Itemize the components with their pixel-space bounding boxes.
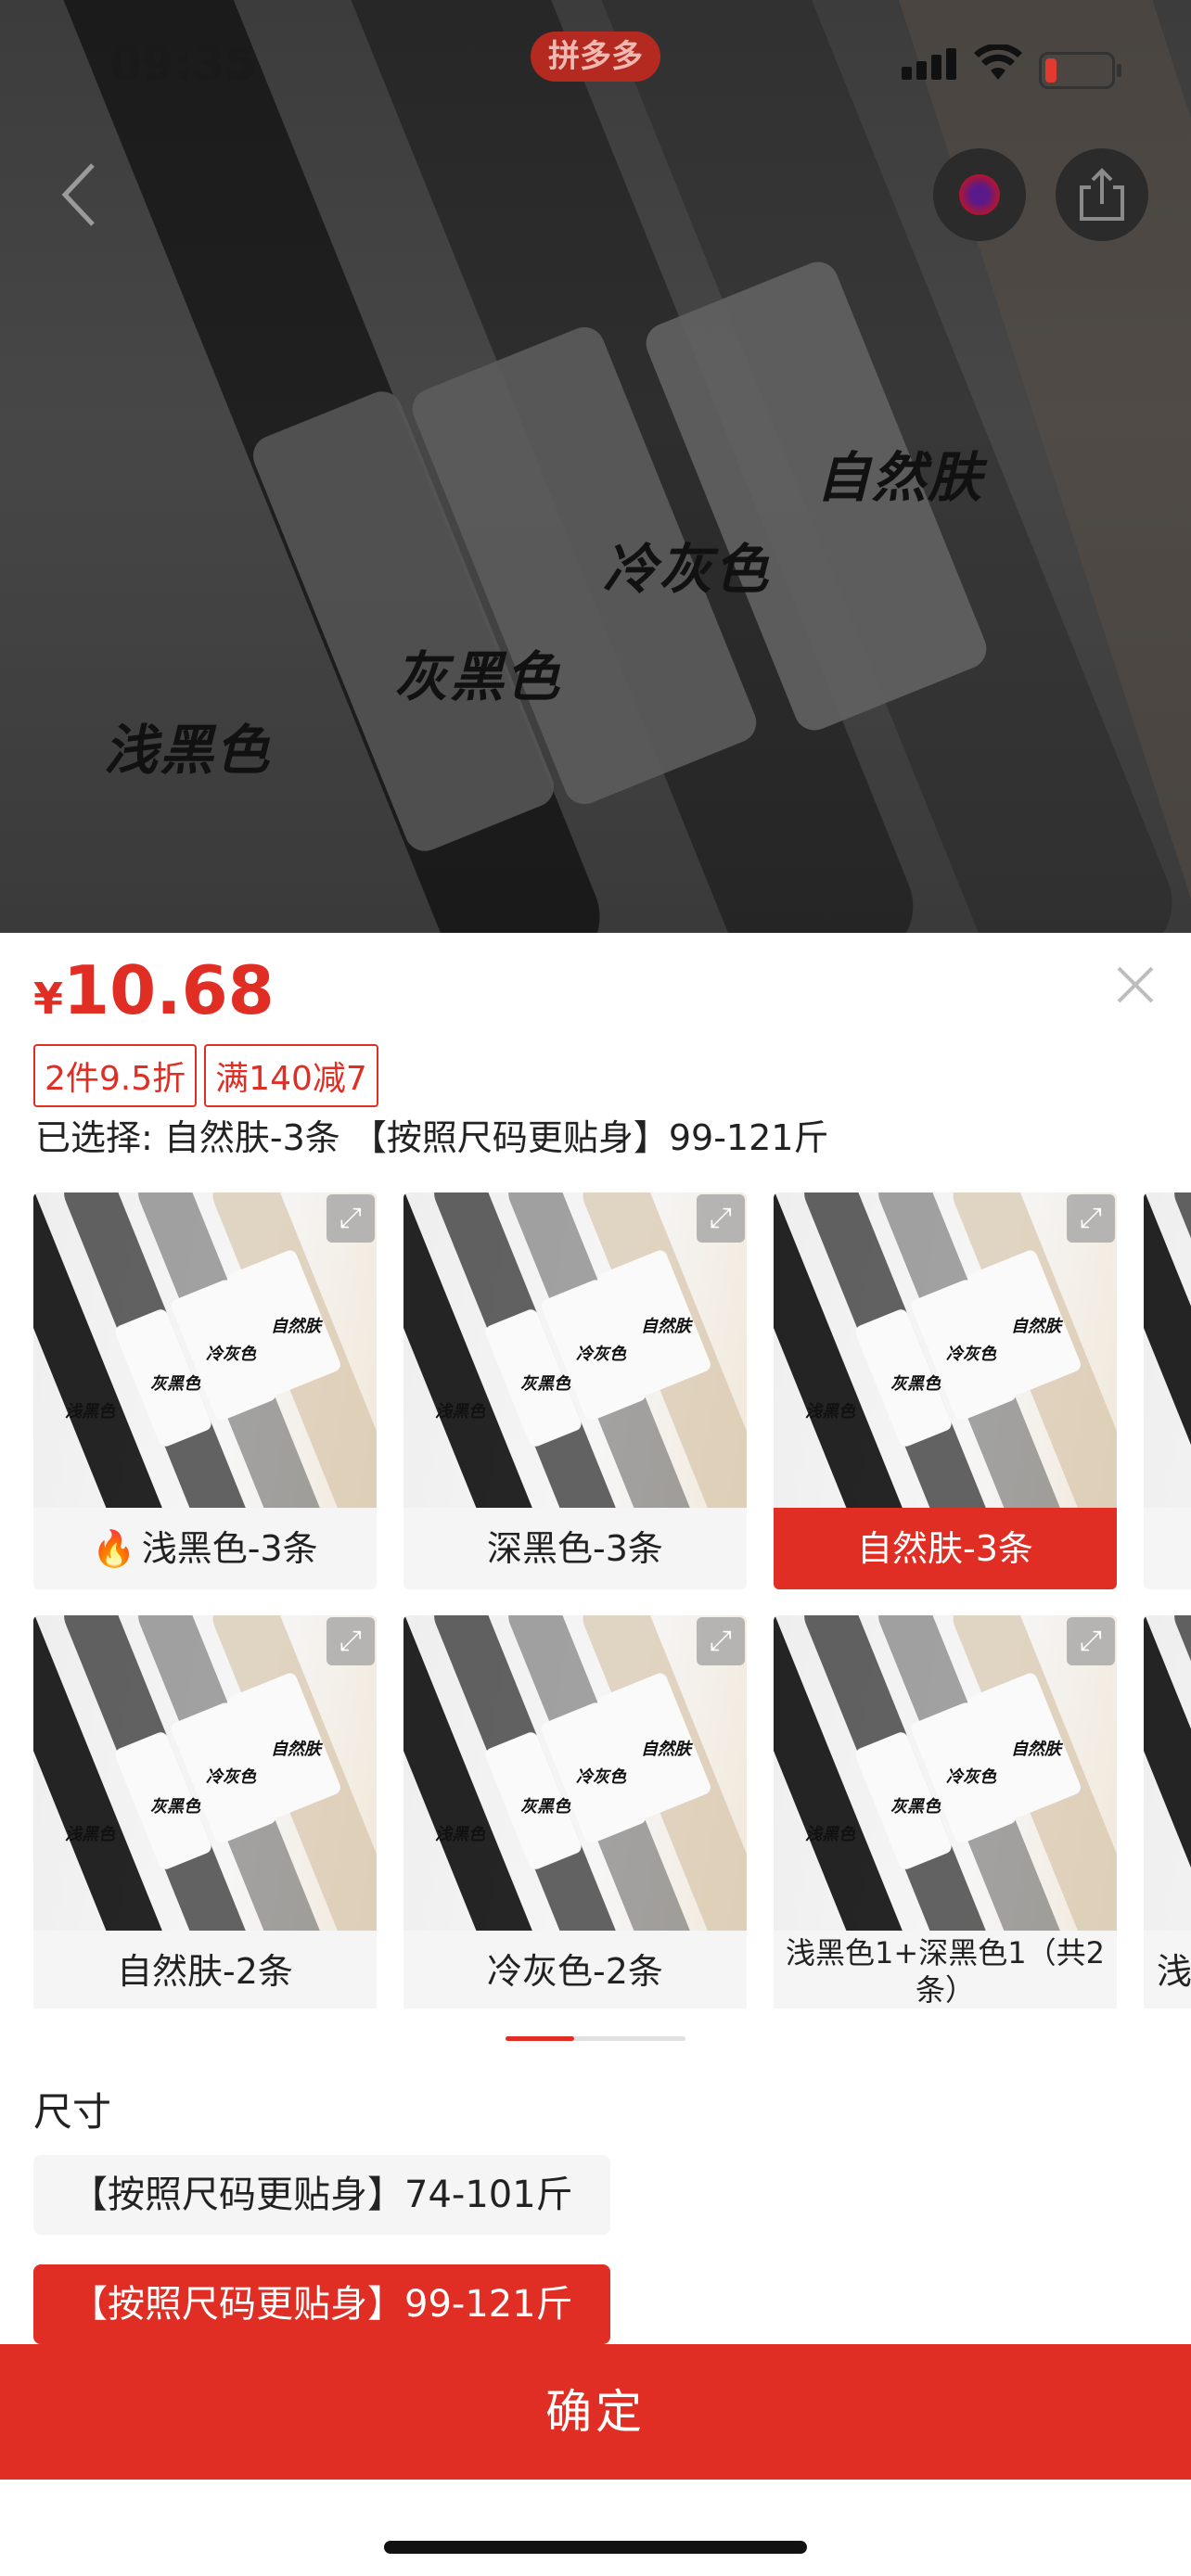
heart-icon (959, 174, 1000, 215)
expand-icon[interactable]: ⤢ (1067, 1194, 1115, 1243)
variant-card-partial[interactable] (1144, 1192, 1191, 1589)
thumb-word: 自然肤 (1011, 1740, 1061, 1759)
thumb-word: 冷灰色 (206, 1767, 256, 1787)
variant-card-partial[interactable]: 浅 (1144, 1615, 1191, 2009)
hero-label: 自然肤 (816, 446, 984, 509)
currency-symbol: ¥ (33, 974, 64, 1024)
thumb-word: 冷灰色 (206, 1345, 256, 1364)
fire-icon: 🔥 (92, 1528, 136, 1569)
hero-label: 灰黑色 (394, 645, 562, 708)
thumb-word: 灰黑色 (520, 1797, 570, 1817)
wifi-icon (974, 43, 1022, 92)
variant-card[interactable]: 浅黑色 灰黑色 冷灰色 自然肤 ⤢ 浅黑色1+深黑色1（共2条） (774, 1615, 1117, 2009)
variant-thumbnail: 浅黑色 灰黑色 冷灰色 自然肤 ⤢ (33, 1615, 377, 1931)
thumb-word: 灰黑色 (890, 1797, 941, 1817)
variant-thumbnail: 浅黑色 灰黑色 冷灰色 自然肤 ⤢ (403, 1615, 747, 1931)
thumb-word: 浅黑色 (805, 1825, 855, 1844)
expand-icon[interactable]: ⤢ (697, 1194, 745, 1243)
size-option[interactable]: 【按照尺码更贴身】74-101斤 (33, 2155, 610, 2235)
status-time: 09:35 (109, 37, 258, 91)
product-hero-image: 浅黑色 灰黑色 冷灰色 自然肤 09:35 拼多多 (0, 0, 1191, 933)
thumb-word: 浅黑色 (65, 1825, 115, 1844)
variant-thumbnail: 浅黑色 灰黑色 冷灰色 自然肤 ⤢ (33, 1192, 377, 1508)
thumb-word: 自然肤 (271, 1740, 321, 1759)
variant-label: 浅黑色1+深黑色1（共2条） (786, 1935, 1105, 2008)
hero-label: 冷灰色 (603, 538, 771, 601)
variant-label: 🔥 浅黑色-3条 (92, 1528, 318, 1569)
thumb-word: 浅黑色 (805, 1402, 855, 1422)
selected-summary: 已选择: 自然肤-3条 【按照尺码更贴身】99-121斤 (35, 1117, 829, 1158)
thumb-word: 冷灰色 (576, 1767, 626, 1787)
promo-tag: 满140减7 (204, 1044, 378, 1107)
signal-icon (902, 48, 961, 80)
expand-icon[interactable]: ⤢ (1067, 1617, 1115, 1665)
share-icon (1080, 168, 1124, 221)
favorite-button[interactable] (933, 148, 1026, 241)
variant-card[interactable]: 浅黑色 灰黑色 冷灰色 自然肤 ⤢ 冷灰色-2条 (403, 1615, 747, 2009)
close-icon[interactable] (1115, 959, 1156, 1017)
thumb-word: 自然肤 (271, 1317, 321, 1336)
variant-label: 自然肤-2条 (117, 1951, 293, 1992)
thumb-word: 灰黑色 (890, 1374, 941, 1394)
thumb-word: 自然肤 (1011, 1317, 1061, 1336)
size-option-selected[interactable]: 【按照尺码更贴身】99-121斤 (33, 2264, 610, 2344)
status-bar: 09:35 拼多多 (0, 0, 1191, 130)
variant-card[interactable]: 浅黑色 灰黑色 冷灰色 自然肤 ⤢ 🔥 浅黑色-3条 (33, 1192, 377, 1589)
variant-thumbnail: 浅黑色 灰黑色 冷灰色 自然肤 ⤢ (774, 1615, 1117, 1931)
chevron-left-icon[interactable] (56, 158, 121, 232)
confirm-button[interactable]: 确定 (0, 2344, 1191, 2480)
thumb-word: 自然肤 (641, 1740, 691, 1759)
thumb-word: 自然肤 (641, 1317, 691, 1336)
expand-icon[interactable]: ⤢ (697, 1617, 745, 1665)
thumb-word: 浅黑色 (435, 1825, 485, 1844)
app-badge: 拼多多 (531, 32, 660, 82)
thumb-word: 冷灰色 (946, 1767, 996, 1787)
variant-label (1144, 1508, 1191, 1589)
thumb-word: 灰黑色 (150, 1797, 200, 1817)
share-button[interactable] (1056, 148, 1148, 241)
variant-card[interactable]: 浅黑色 灰黑色 冷灰色 自然肤 ⤢ 深黑色-3条 (403, 1192, 747, 1589)
variant-thumbnail: 浅黑色 灰黑色 冷灰色 自然肤 ⤢ (774, 1192, 1117, 1508)
thumb-word: 冷灰色 (576, 1345, 626, 1364)
variant-thumbnail (1144, 1615, 1191, 1931)
variant-thumbnail (1144, 1192, 1191, 1508)
variant-card-selected[interactable]: 浅黑色 灰黑色 冷灰色 自然肤 ⤢ 自然肤-3条 (774, 1192, 1117, 1589)
expand-icon[interactable]: ⤢ (327, 1617, 375, 1665)
promo-tags: 2件9.5折 满140减7 (33, 1044, 386, 1107)
thumb-word: 浅黑色 (435, 1402, 485, 1422)
variant-grid: 浅黑色 灰黑色 冷灰色 自然肤 ⤢ 🔥 浅黑色-3条 浅黑色 灰黑色 冷灰色 自然… (33, 1192, 1191, 2009)
promo-tag: 2件9.5折 (33, 1044, 198, 1107)
sku-selection-sheet: ¥10.68 2件9.5折 满140减7 已选择: 自然肤-3条 【按照尺码更贴身… (0, 933, 1191, 2576)
thumb-word: 浅黑色 (65, 1402, 115, 1422)
thumb-word: 冷灰色 (946, 1345, 996, 1364)
thumb-word: 灰黑色 (150, 1374, 200, 1394)
variant-thumbnail: 浅黑色 灰黑色 冷灰色 自然肤 ⤢ (403, 1192, 747, 1508)
variant-label: 深黑色-3条 (487, 1528, 663, 1569)
hero-label: 浅黑色 (104, 719, 272, 782)
battery-icon (1039, 52, 1121, 89)
size-section-title: 尺寸 (33, 2089, 112, 2135)
variant-label: 自然肤-3条 (774, 1508, 1117, 1589)
price-value: 10.68 (63, 951, 275, 1029)
thumb-word: 灰黑色 (520, 1374, 570, 1394)
price: ¥10.68 (33, 951, 275, 1029)
variant-label: 浅 (1157, 1951, 1191, 1992)
variant-card[interactable]: 浅黑色 灰黑色 冷灰色 自然肤 ⤢ 自然肤-2条 (33, 1615, 377, 2009)
scroll-indicator (506, 2036, 685, 2041)
expand-icon[interactable]: ⤢ (327, 1194, 375, 1243)
variant-label: 冷灰色-2条 (487, 1951, 663, 1992)
home-indicator (384, 2541, 807, 2554)
